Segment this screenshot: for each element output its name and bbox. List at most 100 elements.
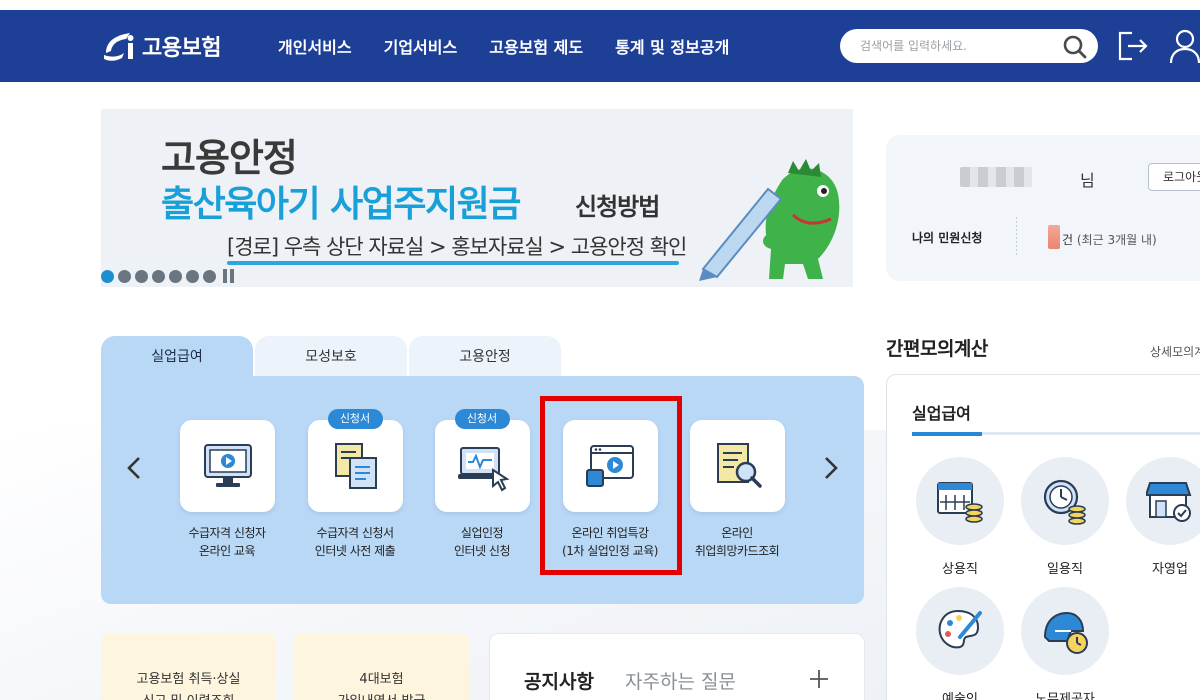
service-label: 수급자격 신청자 온라인 교육	[167, 524, 287, 560]
calc-artist[interactable]: 예술인	[915, 587, 1005, 700]
service-icon-box	[179, 420, 275, 512]
nav-statistics[interactable]: 통계 및 정보공개	[615, 34, 729, 58]
logout-icon[interactable]	[1116, 30, 1150, 62]
banner-subtitle: 출산육아기 사업주지원금	[161, 184, 521, 225]
card-text: 4대보험 가입내역서 발급	[294, 669, 469, 700]
service-label-line2: 인터넷 사전 제출	[314, 544, 396, 558]
top-header: 고용보험 개인서비스 기업서비스 고용보험 제도 통계 및 정보공개	[0, 10, 1200, 82]
service-application-submit[interactable]: 신청서 수급자격 신청서 인터넷 사전 제출	[295, 409, 415, 560]
service-label: 수급자격 신청서 인터넷 사전 제출	[295, 524, 415, 560]
banner-route: [경로] 우측 상단 자료실 > 홍보자료실 > 고용안정 확인	[227, 235, 687, 259]
service-label-line1: 수급자격 신청자	[188, 526, 266, 540]
tab-notice[interactable]: 공지사항	[524, 667, 594, 694]
main-banner[interactable]: 고용안정 출산육아기 사업주지원금 신청방법 [경로] 우측 상단 자료실 > …	[101, 109, 853, 287]
calendar-coins-icon	[937, 482, 983, 523]
logo-text: 고용보험	[142, 36, 221, 61]
application-badge: 신청서	[327, 409, 383, 429]
clock-coins-icon	[1043, 479, 1086, 525]
tab-maternity[interactable]: 모성보호	[255, 336, 407, 378]
doc-search-icon	[716, 443, 762, 488]
card-line1: 고용보험 취득·상실	[136, 672, 241, 687]
slide-dot[interactable]	[101, 269, 114, 283]
card-four-insurances[interactable]: 4대보험 가입내역서 발급	[294, 633, 469, 700]
tab-unemployment[interactable]: 실업급여	[101, 336, 253, 378]
calc-icon-circle	[1021, 587, 1109, 675]
logout-button[interactable]: 로그아웃	[1148, 163, 1200, 191]
banner-subtitle-small: 신청방법	[575, 193, 660, 221]
service-job-card-lookup[interactable]: 온라인 취업희망카드조회	[677, 420, 797, 560]
calc-label: 자영업	[1152, 562, 1188, 577]
plus-icon[interactable]	[808, 668, 830, 690]
calc-icon-circle	[916, 457, 1004, 545]
dinosaur-mascot-icon	[699, 159, 840, 281]
slide-dot[interactable]	[169, 269, 182, 283]
store-icon	[1146, 482, 1192, 522]
calc-icon-circle	[1021, 457, 1109, 545]
calc-label: 일용직	[1047, 562, 1083, 577]
service-label-line1: 실업인정	[460, 526, 504, 540]
card-line1: 4대보험	[359, 672, 404, 687]
calc-label: 상용직	[942, 562, 978, 577]
calculator-tab-active-indicator	[912, 432, 982, 436]
divider	[1016, 217, 1017, 257]
chevron-left-icon[interactable]	[124, 455, 144, 481]
slide-dot[interactable]	[186, 269, 199, 283]
helmet-clock-icon	[1043, 611, 1088, 654]
calc-day-worker[interactable]: 일용직	[1020, 457, 1110, 577]
blurred-request-count	[1048, 225, 1060, 249]
user-icon[interactable]	[1168, 28, 1200, 64]
service-label: 실업인정 인터넷 신청	[422, 524, 542, 560]
site-logo[interactable]: 고용보험	[100, 28, 221, 64]
page: 고용보험 개인서비스 기업서비스 고용보험 제도 통계 및 정보공개 고용안정	[0, 0, 1200, 700]
service-label-line2: 온라인 교육	[198, 544, 256, 558]
card-text: 고용보험 취득·상실 신고 및 이력조회	[101, 669, 276, 700]
chevron-right-icon[interactable]	[821, 455, 841, 481]
banner-underline	[227, 261, 679, 265]
service-label-line2: 인터넷 신청	[453, 544, 511, 558]
pause-icon[interactable]	[223, 269, 235, 283]
service-icon-box: 신청서	[434, 409, 530, 512]
service-unemployment-recognition[interactable]: 신청서 실업인정 인터넷 신청	[422, 409, 542, 560]
calc-label: 예술인	[942, 692, 978, 700]
service-label-line1: 수급자격 신청서	[316, 526, 394, 540]
card-line2: 가입내역서 발급	[294, 691, 469, 700]
card-line2: 신고 및 이력조회	[101, 691, 276, 700]
nav-insurance-system[interactable]: 고용보험 제도	[489, 34, 583, 58]
tab-faq[interactable]: 자주하는 질문	[625, 667, 736, 694]
user-suffix: 님	[1080, 171, 1095, 190]
search-icon[interactable]	[1062, 34, 1088, 60]
slide-dot[interactable]	[135, 269, 148, 283]
laptop-click-icon	[457, 447, 509, 492]
calculator-tab-unemployment[interactable]: 실업급여	[912, 400, 971, 424]
calc-self-employed[interactable]: 자영업	[1125, 457, 1200, 577]
document-form-icon	[334, 443, 377, 489]
application-badge: 신청서	[454, 409, 510, 429]
calc-icon-circle	[1126, 457, 1200, 545]
my-requests-label: 나의 민원신청	[912, 231, 983, 245]
search-input[interactable]	[860, 36, 1060, 56]
service-icon-box: 신청서	[307, 409, 403, 512]
nav-business-service[interactable]: 기업서비스	[384, 34, 458, 58]
search-box	[840, 29, 1098, 63]
slide-dot[interactable]	[118, 269, 131, 283]
calculator-more-link[interactable]: 상세모의계산	[1150, 343, 1200, 360]
request-count-text[interactable]: 건 (최근 3개월 내)	[1062, 231, 1157, 248]
logo-mark-icon	[104, 33, 134, 61]
count-unit: 건	[1062, 233, 1074, 247]
service-online-education[interactable]: 수급자격 신청자 온라인 교육	[167, 420, 287, 560]
calc-regular-worker[interactable]: 상용직	[915, 457, 1005, 577]
calc-label: 노무제공자	[1035, 692, 1095, 700]
service-icon-box	[689, 420, 785, 512]
tab-employment-stability[interactable]: 고용안정	[409, 336, 561, 378]
calculator-title: 간편모의계산	[886, 338, 988, 360]
service-label: 온라인 취업희망카드조회	[677, 524, 797, 560]
slide-dot[interactable]	[152, 269, 165, 283]
request-period: (최근 3개월 내)	[1076, 233, 1157, 247]
nav-personal-service[interactable]: 개인서비스	[278, 34, 352, 58]
calc-icon-circle	[916, 587, 1004, 675]
user-card: 님 로그아웃 나의 민원신청 건 (최근 3개월 내)	[886, 135, 1200, 281]
slide-dot[interactable]	[203, 269, 216, 283]
calc-labor-provider[interactable]: 노무제공자	[1020, 587, 1110, 700]
card-insurance-report[interactable]: 고용보험 취득·상실 신고 및 이력조회	[101, 633, 276, 700]
blurred-user-name	[960, 167, 1032, 187]
